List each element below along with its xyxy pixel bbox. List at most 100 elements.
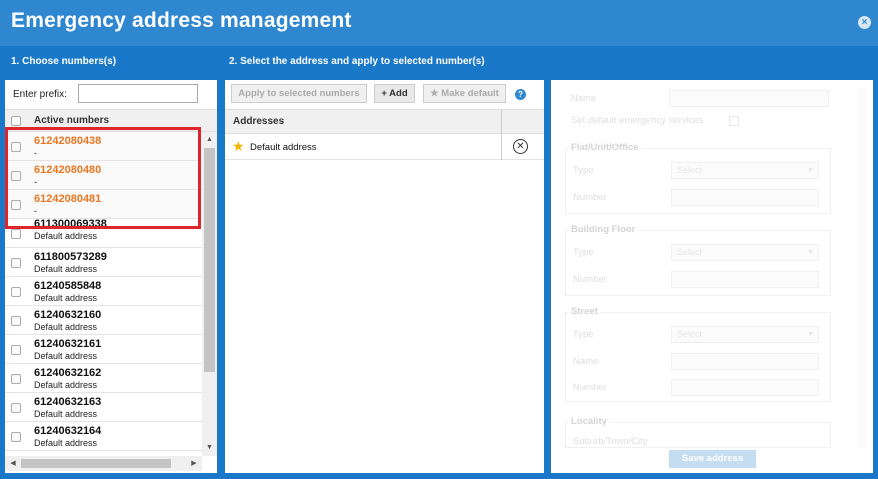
row-checkbox[interactable] [11, 229, 21, 239]
step1-header: 1. Choose numbers(s) [11, 56, 117, 67]
numbers-column-header: Active numbers [5, 110, 217, 132]
street-number-input[interactable] [671, 379, 819, 396]
remove-address-icon[interactable]: ✕ [513, 139, 528, 154]
row-number: 61240632164 [34, 425, 102, 437]
row-address: Default address [34, 322, 98, 332]
chevron-down-icon: ▼ [807, 249, 814, 256]
numbers-list: 61242080438- 61242080480- 61242080481- 6… [5, 132, 202, 456]
suburb-label: Suburb/Town/City [573, 436, 648, 447]
active-numbers-label: Active numbers [34, 115, 110, 126]
address-row[interactable]: ★ Default address ✕ [225, 134, 544, 160]
prefix-input[interactable] [78, 84, 198, 103]
locality-title: Locality [568, 416, 610, 427]
street-number-label: Number [573, 382, 607, 393]
row-address: Default address [34, 231, 98, 241]
row-number: 61240632163 [34, 396, 102, 408]
scroll-right-icon[interactable]: ▶ [188, 456, 200, 471]
street-name-label: Name [573, 356, 599, 367]
street-name-input[interactable] [671, 353, 819, 370]
row-address: - [34, 148, 37, 158]
row-checkbox[interactable] [11, 374, 21, 384]
building-type-value: Select [677, 247, 703, 257]
default-services-checkbox[interactable] [729, 116, 739, 126]
number-row[interactable]: 61240632162 Default address [5, 364, 202, 393]
address-form-panel: Name Set default emergency services Flat… [551, 80, 873, 473]
row-address: Default address [34, 409, 98, 419]
number-row[interactable]: 611300069338 Default address [5, 218, 202, 248]
numbers-horizontal-scrollbar[interactable]: ◀ ▶ [5, 456, 202, 471]
select-all-checkbox[interactable] [11, 116, 21, 126]
flat-type-select[interactable]: Select ▼ [671, 162, 819, 179]
scroll-up-icon[interactable]: ▲ [202, 134, 217, 146]
flat-title: Flat/Unit/Office [568, 142, 642, 153]
row-checkbox[interactable] [11, 432, 21, 442]
add-address-button[interactable]: + Add [374, 84, 415, 103]
name-label: Name [571, 93, 597, 104]
building-number-label: Number [573, 274, 607, 285]
window-title: Emergency address management [11, 9, 352, 32]
street-type-select[interactable]: Select ▼ [671, 326, 819, 343]
number-row[interactable]: 61242080438- [5, 132, 202, 161]
help-icon[interactable]: ? [515, 89, 526, 100]
flat-number-label: Number [573, 192, 607, 203]
save-address-button[interactable]: Save address [669, 450, 756, 468]
number-row[interactable]: 61240632163 Default address [5, 393, 202, 422]
name-input[interactable] [669, 90, 829, 107]
row-number: 61240585848 [34, 280, 102, 292]
row-checkbox[interactable] [11, 403, 21, 413]
row-address: Default address [34, 293, 98, 303]
building-type-label: Type [573, 247, 594, 258]
prefix-label: Enter prefix: [13, 89, 67, 100]
row-checkbox[interactable] [11, 171, 21, 181]
form-scrollbar[interactable] [859, 88, 867, 448]
row-checkbox[interactable] [11, 200, 21, 210]
number-row[interactable]: 611800573289 Default address [5, 248, 202, 277]
addresses-column-header: Addresses [225, 110, 544, 134]
number-row[interactable]: 61240585848 Default address [5, 277, 202, 306]
vertical-scroll-thumb[interactable] [204, 148, 215, 372]
row-address: Default address [34, 264, 98, 274]
flat-type-label: Type [573, 165, 594, 176]
horizontal-scroll-thumb[interactable] [21, 459, 171, 468]
row-number: 61242080480 [34, 164, 102, 176]
building-title: Building Floor [568, 224, 639, 235]
row-checkbox[interactable] [11, 316, 21, 326]
number-row[interactable]: 61240632161 Default address [5, 335, 202, 364]
row-number: 61242080481 [34, 193, 102, 205]
apply-to-selected-button[interactable]: Apply to selected numbers [231, 84, 367, 103]
scroll-down-icon[interactable]: ▼ [202, 442, 217, 454]
chevron-down-icon: ▼ [807, 167, 814, 174]
row-number: 61240632160 [34, 309, 102, 321]
number-row[interactable]: 61240632160 Default address [5, 306, 202, 335]
title-bar: Emergency address management × [0, 0, 878, 46]
row-address: Default address [34, 438, 98, 448]
number-row[interactable]: 61242080481- [5, 190, 202, 219]
flat-number-input[interactable] [671, 189, 819, 206]
row-checkbox[interactable] [11, 258, 21, 268]
row-checkbox[interactable] [11, 142, 21, 152]
street-title: Street [568, 306, 601, 317]
column-divider [501, 134, 502, 160]
close-icon[interactable]: × [858, 16, 871, 29]
row-number: 611300069338 [34, 218, 107, 230]
building-number-input[interactable] [671, 271, 819, 288]
number-row[interactable]: 61240632164 Default address [5, 422, 202, 451]
scroll-left-icon[interactable]: ◀ [7, 456, 19, 471]
row-address: - [34, 206, 37, 216]
make-default-button[interactable]: ★ Make default [423, 84, 506, 103]
address-form: Name Set default emergency services Flat… [551, 80, 873, 473]
prefix-row: Enter prefix: [5, 80, 217, 110]
row-checkbox[interactable] [11, 287, 21, 297]
row-address: Default address [34, 351, 98, 361]
flat-type-value: Select [677, 165, 703, 175]
building-type-select[interactable]: Select ▼ [671, 244, 819, 261]
numbers-vertical-scrollbar[interactable]: ▲ ▼ [202, 132, 217, 456]
numbers-panel: Enter prefix: Active numbers 61242080438… [5, 80, 217, 473]
address-label: Default address [250, 142, 317, 153]
row-checkbox[interactable] [11, 345, 21, 355]
number-row[interactable]: 61242080480- [5, 161, 202, 190]
addresses-header-label: Addresses [233, 116, 285, 127]
street-type-label: Type [573, 329, 594, 340]
default-services-label: Set default emergency services [571, 115, 704, 126]
row-number: 61242080438 [34, 135, 102, 147]
